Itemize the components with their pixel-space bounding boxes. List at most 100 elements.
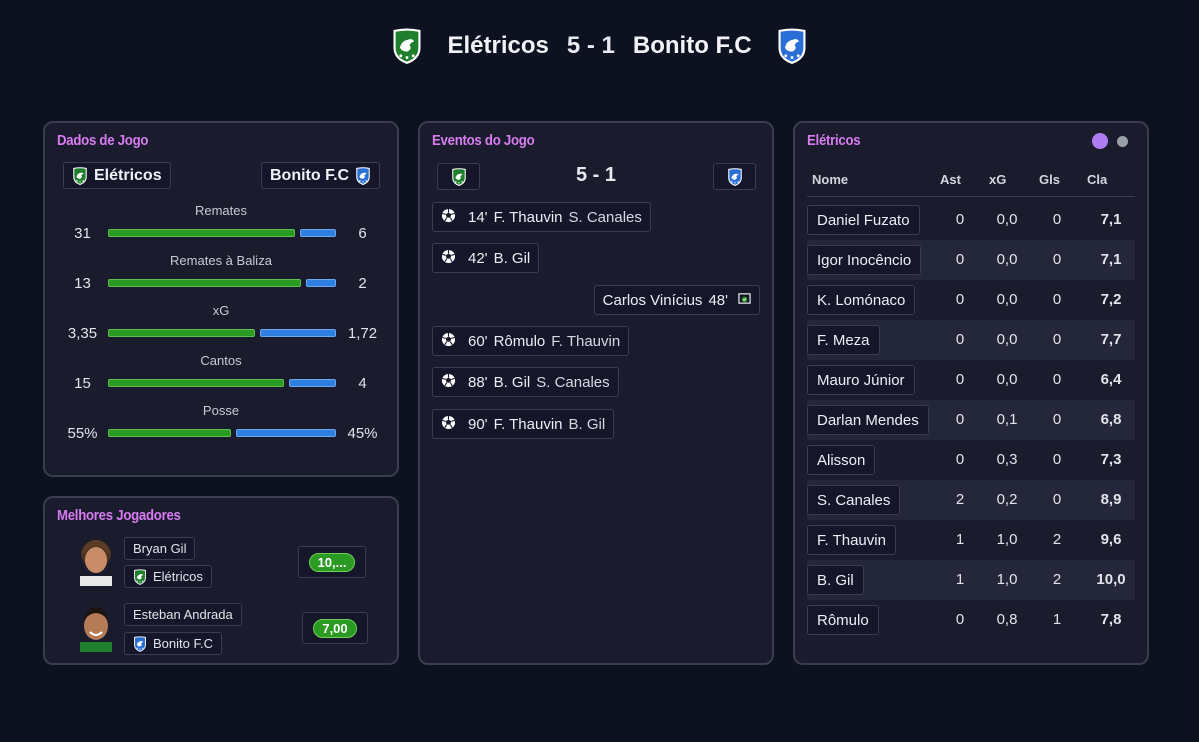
away-stat-bar [289,379,336,387]
table-row[interactable]: S. Canales 2 0,2 0 8,9 [807,480,1135,520]
away-stat-bar [306,279,336,287]
event-assist: B. Gil [568,415,606,433]
match-stats-panel: Dados de Jogo Elétricos Bonito F.C Remat… [43,121,399,477]
player-rating: 7,00 [313,618,357,638]
eletricos-crest-icon [391,28,423,64]
goals-cell: 0 [1052,451,1062,468]
event-minute: 14' [468,208,488,226]
player-name-cell[interactable]: Rômulo [807,605,879,635]
assists-cell: 0 [955,211,965,228]
away-stat-bar [300,229,336,237]
goals-cell: 1 [1052,611,1062,628]
player-name-cell[interactable]: Igor Inocêncio [807,245,922,275]
player-team: Elétricos [153,569,203,584]
home-team-chip[interactable]: Elétricos [63,162,171,189]
assists-cell: 0 [955,371,965,388]
goals-cell: 0 [1052,251,1062,268]
event-item[interactable]: 42' B. Gil [432,243,540,273]
xg-cell: 0,0 [996,291,1018,308]
stat-label: Remates [194,203,248,218]
event-item[interactable]: Carlos Vinícius 48' [593,285,760,315]
rating-cell: 10,0 [1096,571,1126,588]
goal-icon [441,415,456,434]
goal-icon [738,292,751,309]
player-name-cell[interactable]: Darlan Mendes [807,405,929,435]
xg-cell: 0,8 [996,611,1018,628]
page-dot[interactable] [1117,136,1128,147]
team-players-title: Elétricos [807,132,861,149]
bonito-crest-icon [355,166,371,185]
table-row[interactable]: F. Thauvin 1 1,0 2 9,6 [807,520,1135,560]
col-header-xg[interactable]: xG [989,172,1006,187]
table-row[interactable]: Daniel Fuzato 0 0,0 0 7,1 [807,200,1135,240]
home-stat-bar [108,329,255,337]
table-row[interactable]: Igor Inocêncio 0 0,0 0 7,1 [807,240,1135,280]
event-item[interactable]: 90' F. Thauvin B. Gil [432,409,615,439]
goal-icon [441,208,456,227]
table-row[interactable]: K. Lomónaco 0 0,0 0 7,2 [807,280,1135,320]
eletricos-crest-icon [72,166,88,185]
goal-icon [441,249,456,268]
away-stat-bar [236,429,336,437]
event-item[interactable]: 60' Rômulo F. Thauvin [432,326,630,356]
event-assist: S. Canales [568,208,642,226]
match-events-panel: Eventos do Jogo 5 - 1 14' F. Thauvin S. Ca… [418,121,774,665]
event-item[interactable]: 88' B. Gil S. Canales [432,367,619,397]
player-team-chip[interactable]: Bonito F.C [124,632,222,655]
player-rating-box: 10,... [298,546,366,578]
player-name-cell[interactable]: S. Canales [807,485,901,515]
player-name-cell[interactable]: Alisson [807,445,876,475]
goals-cell: 0 [1052,291,1062,308]
table-row[interactable]: Darlan Mendes 0 0,1 0 6,8 [807,400,1135,440]
away-team-chip[interactable]: Bonito F.C [261,162,381,189]
event-scorer: B. Gil [493,373,531,391]
goals-cell: 0 [1052,211,1062,228]
event-scorer: Rômulo [493,332,546,350]
rating-cell: 7,3 [1100,451,1122,468]
team-players-panel: Elétricos Nome Ast xG Gls Cla Daniel Fuz… [793,121,1149,665]
player-name-cell[interactable]: F. Meza [807,325,880,355]
player-name-cell[interactable]: B. Gil [807,565,864,595]
event-item[interactable]: 14' F. Thauvin S. Canales [432,202,651,232]
table-row[interactable]: Alisson 0 0,3 0 7,3 [807,440,1135,480]
away-team-badge[interactable] [713,163,756,190]
stat-label: Posse [202,403,240,418]
rating-cell: 6,4 [1100,371,1122,388]
table-row[interactable]: Rômulo 0 0,8 1 7,8 [807,600,1135,640]
away-stat-value: 6 [358,225,367,242]
assists-cell: 0 [955,251,965,268]
col-header-nome[interactable]: Nome [812,172,848,187]
home-stat-value: 13 [74,275,91,292]
stat-label: Remates à Baliza [170,253,272,268]
rating-cell: 7,8 [1100,611,1122,628]
xg-cell: 0,2 [996,491,1018,508]
away-team-chip-label: Bonito F.C [270,166,350,184]
table-row[interactable]: F. Meza 0 0,0 0 7,7 [807,320,1135,360]
home-stat-bar [108,279,301,287]
player-name-cell[interactable]: Mauro Júnior [807,365,915,395]
player-name-cell[interactable]: F. Thauvin [807,525,896,555]
col-header-ast[interactable]: Ast [940,172,961,187]
player-name-cell[interactable]: K. Lomónaco [807,285,916,315]
player-name-cell[interactable]: Daniel Fuzato [807,205,920,235]
home-stat-value: 55% [67,425,98,442]
assists-cell: 0 [955,451,965,468]
event-scorer: F. Thauvin [493,415,563,433]
player-name-chip[interactable]: Esteban Andrada [124,603,242,626]
table-row[interactable]: Mauro Júnior 0 0,0 0 6,4 [807,360,1135,400]
match-stats-title: Dados de Jogo [57,132,149,149]
player-team: Bonito F.C [153,636,213,651]
bonito-crest-icon [727,167,743,186]
col-header-cla[interactable]: Cla [1087,172,1107,187]
best-players-title: Melhores Jogadores [57,507,181,524]
col-header-gls[interactable]: Gls [1039,172,1060,187]
player-team-chip[interactable]: Elétricos [124,565,212,588]
page-dot-active[interactable] [1092,133,1108,149]
assists-cell: 0 [955,611,965,628]
home-stat-value: 31 [74,225,91,242]
away-stat-value: 1,72 [347,325,378,342]
home-stat-value: 15 [74,375,91,392]
table-row[interactable]: B. Gil 1 1,0 2 10,0 [807,560,1135,600]
stat-label: xG [212,303,230,318]
player-name-chip[interactable]: Bryan Gil [124,537,196,560]
